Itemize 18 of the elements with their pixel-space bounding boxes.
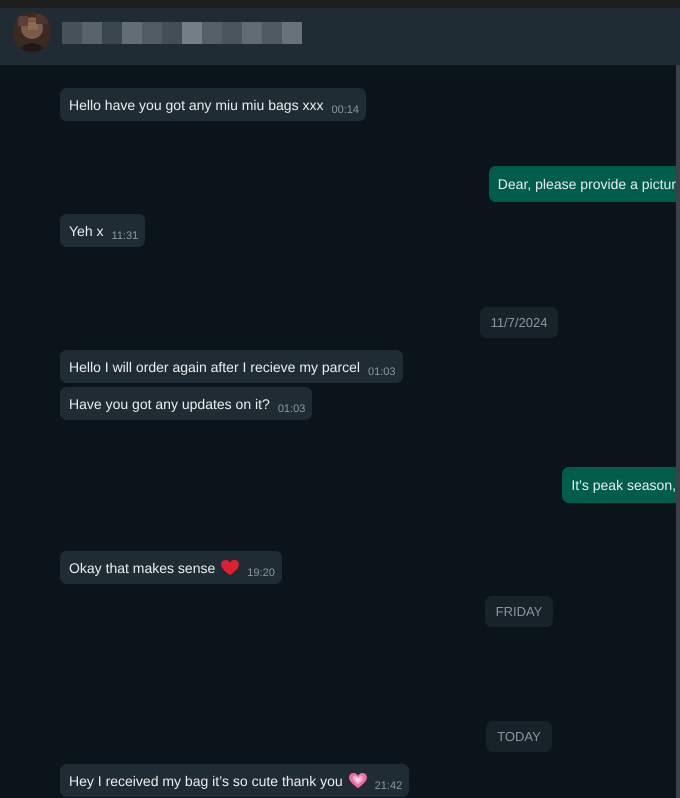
message-text: Okay that makes sense xyxy=(69,559,216,578)
message-text: It's peak season, xyxy=(571,476,676,495)
message-time: 11:31 xyxy=(112,229,138,243)
message-text: Hey I received my bag it’s so cute thank you xyxy=(69,772,343,791)
message-time: 21:42 xyxy=(374,779,402,793)
date-chip: TODAY xyxy=(486,721,552,752)
message-time: 00:14 xyxy=(331,103,359,117)
message-text: Hello I will order again after I recieve my parcel xyxy=(69,358,360,377)
message-time: 01:03 xyxy=(368,365,396,379)
date-chip: FRIDAY xyxy=(484,596,554,627)
message-text: Hello have you got any miu miu bags xxx xyxy=(69,96,324,115)
message-text: Dear, please provide a pictur xyxy=(498,175,676,194)
avatar[interactable] xyxy=(12,12,52,52)
message-text: Yeh x xyxy=(69,222,104,241)
message-text: Have you got any updates on it? xyxy=(69,395,270,414)
message-time: 01:03 xyxy=(278,402,306,416)
message-time: 19:20 xyxy=(247,566,275,580)
date-chip: 11/7/2024 xyxy=(480,307,558,338)
